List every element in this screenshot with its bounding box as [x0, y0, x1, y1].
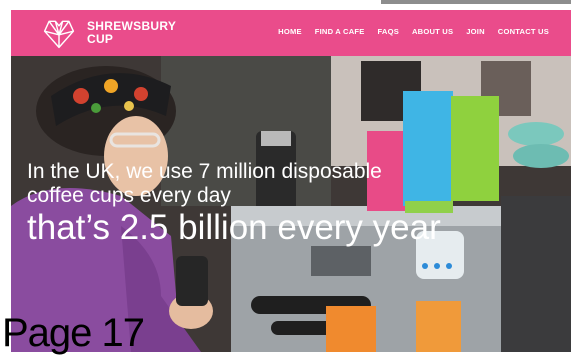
hero-headline-line2: that’s 2.5 billion every year [27, 208, 441, 247]
top-strip [0, 0, 571, 10]
logo-link[interactable]: SHREWSBURY CUP [41, 15, 176, 51]
nav-join[interactable]: JOIN [466, 27, 485, 36]
brand-name: SHREWSBURY CUP [87, 20, 176, 46]
nav-home[interactable]: HOME [278, 27, 302, 36]
nav-contact-us[interactable]: CONTACT US [498, 27, 549, 36]
hero-headline-line1b: coffee cups every day [27, 184, 231, 207]
nav-find-a-cafe[interactable]: FIND A CAFE [315, 27, 365, 36]
nav-faqs[interactable]: FAQS [378, 27, 399, 36]
site-header: SHREWSBURY CUP HOME FIND A CAFE FAQS ABO… [11, 10, 571, 56]
page-label: Page 17 [2, 311, 145, 355]
hero-headline: In the UK, we use 7 million disposable c… [27, 160, 441, 248]
brand-name-line2: CUP [87, 32, 114, 46]
hero-headline-line1: In the UK, we use 7 million disposable [27, 160, 382, 183]
main-nav: HOME FIND A CAFE FAQS ABOUT US JOIN CONT… [278, 27, 549, 36]
nav-about-us[interactable]: ABOUT US [412, 27, 453, 36]
top-gray-block [381, 0, 571, 4]
heart-cup-logo-icon [43, 20, 75, 49]
hero-banner: In the UK, we use 7 million disposable c… [11, 56, 571, 352]
